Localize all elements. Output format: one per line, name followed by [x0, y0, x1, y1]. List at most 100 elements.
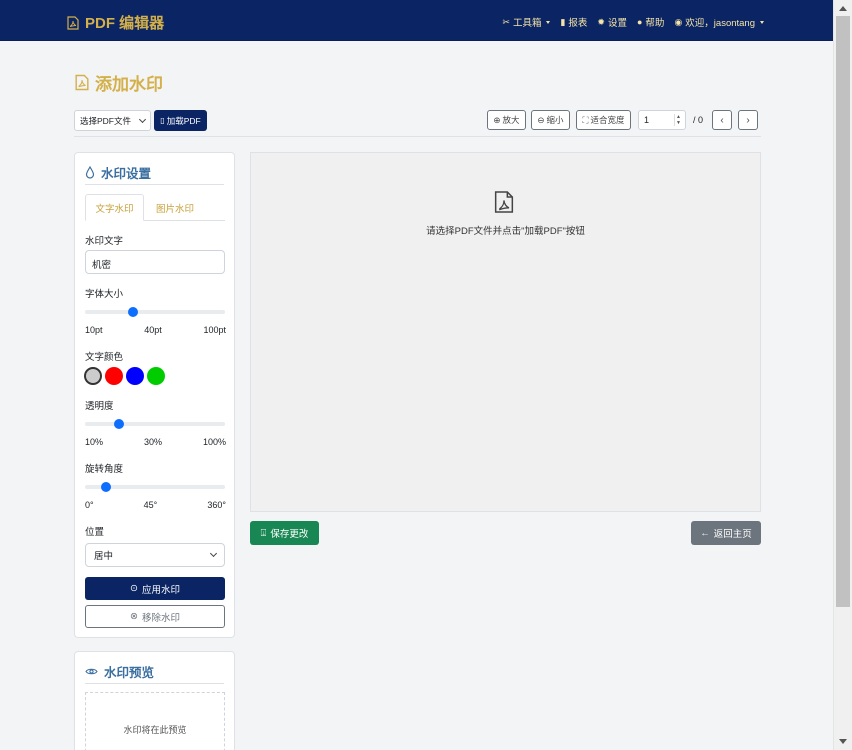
pdf-file-icon: [67, 15, 79, 30]
zoom-out-icon: ⊖: [537, 114, 545, 125]
scale-min: 0°: [85, 500, 94, 510]
tools-icon: ✂: [502, 16, 510, 27]
color-swatch-red[interactable]: [105, 367, 123, 385]
chevron-down-icon: [138, 115, 147, 123]
chevron-left-icon: ‹: [720, 114, 724, 126]
preview-area: 水印将在此预览: [85, 692, 225, 750]
viewer-message: 请选择PDF文件并点击"加载PDF"按钮: [426, 226, 585, 237]
fit-width-icon: ⛶: [582, 114, 589, 125]
watermark-tabs: 文字水印 图片水印: [85, 194, 225, 221]
nav-settings-label: 设置: [607, 18, 627, 29]
settings-title: 水印设置: [85, 163, 151, 182]
back-home-button[interactable]: ← 返回主页: [691, 521, 761, 545]
color-swatch-blue[interactable]: [126, 367, 144, 385]
watermark-text-value: 机密: [92, 260, 112, 271]
pdf-file-icon: [75, 74, 89, 91]
watermark-preview-card: 水印预览 水印将在此预览: [74, 651, 235, 750]
preview-title: 水印预览: [85, 662, 154, 681]
slider-thumb[interactable]: [113, 419, 124, 429]
page-number-input[interactable]: 1 ▲ ▼: [638, 110, 686, 130]
opacity-scale: 10% 30% 100%: [85, 437, 226, 447]
nav-tools-label: 工具箱: [512, 18, 542, 29]
user-icon: ◉: [674, 16, 683, 27]
remove-watermark-label: 移除水印: [141, 612, 180, 624]
scroll-up-icon[interactable]: [839, 6, 847, 11]
preview-placeholder: 水印将在此预览: [123, 725, 187, 735]
page-title: 添加水印: [75, 70, 163, 95]
navbar: PDF 编辑器 ✂ 工具箱 ▮ 报表 ✹ 设置 ● 帮助 ◉ 欢迎，jasontang: [0, 0, 852, 41]
save-changes-button[interactable]: ⍗ 保存更改: [250, 521, 319, 545]
caret-down-icon: [760, 20, 764, 24]
color-swatches: [84, 367, 165, 385]
chevron-down-icon: [209, 549, 218, 558]
scale-min: 10pt: [85, 325, 103, 335]
apply-watermark-label: 应用水印: [141, 584, 180, 596]
page-stepper[interactable]: ▲ ▼: [674, 114, 682, 126]
pdf-toolbar: 选择PDF文件 ▯ 加载PDF ⊕ 放大 ⊖ 缩小 ⛶ 适合宽度 1 ▲ ▼ / 0 ‹…: [74, 105, 761, 137]
gear-icon: ✹: [597, 16, 605, 27]
color-swatch-green[interactable]: [147, 367, 165, 385]
settings-title-text: 水印设置: [101, 167, 152, 181]
rotation-slider[interactable]: [85, 482, 225, 492]
page-title-text: 添加水印: [95, 75, 163, 94]
chart-icon: ▮: [560, 16, 566, 27]
font-size-scale: 10pt 40pt 100pt: [85, 325, 226, 335]
nav-help[interactable]: ● 帮助: [637, 15, 664, 29]
opacity-label: 透明度: [85, 401, 114, 412]
scroll-thumb[interactable]: [836, 16, 850, 607]
zoom-out-button[interactable]: ⊖ 缩小: [531, 110, 570, 130]
page-total: / 0: [693, 115, 704, 125]
slider-thumb[interactable]: [101, 482, 112, 492]
help-icon: ●: [636, 17, 643, 27]
scale-max: 100%: [202, 437, 226, 447]
chevron-right-icon: ›: [746, 114, 750, 126]
select-file-dropdown[interactable]: 选择PDF文件: [74, 110, 151, 131]
scale-mid: 40pt: [144, 325, 162, 335]
slider-thumb[interactable]: [128, 307, 139, 317]
arrow-left-icon: ←: [700, 527, 710, 539]
next-page-button[interactable]: ›: [738, 110, 758, 130]
opacity-slider[interactable]: [85, 419, 225, 429]
scale-max: 360°: [207, 500, 226, 510]
zoom-in-label: 放大: [502, 115, 520, 125]
font-size-slider[interactable]: [85, 307, 225, 317]
tab-image-watermark[interactable]: 图片水印: [145, 194, 205, 221]
back-home-label: 返回主页: [713, 529, 752, 540]
pdf-viewer[interactable]: 请选择PDF文件并点击"加载PDF"按钮: [250, 152, 761, 512]
watermark-text-input[interactable]: 机密: [85, 250, 225, 274]
nav-reports[interactable]: ▮ 报表: [560, 15, 588, 30]
scale-mid: 30%: [143, 437, 162, 447]
nav-reports-label: 报表: [568, 18, 588, 29]
color-swatch-gray[interactable]: [84, 367, 102, 385]
position-select[interactable]: 居中: [85, 543, 225, 567]
droplet-icon: [85, 166, 95, 179]
save-changes-label: 保存更改: [270, 529, 309, 540]
nav-user[interactable]: ◉ 欢迎，jasontang: [674, 15, 764, 29]
prev-page-button[interactable]: ‹: [712, 110, 732, 130]
nav-tools[interactable]: ✂ 工具箱: [502, 15, 551, 29]
rotation-label: 旋转角度: [85, 464, 124, 475]
zoom-in-icon: ⊕: [493, 114, 501, 125]
position-label: 位置: [85, 527, 105, 538]
remove-watermark-button[interactable]: ⊗ 移除水印: [85, 605, 225, 628]
page-scrollbar[interactable]: [833, 0, 852, 750]
watermark-text-label: 水印文字: [85, 236, 124, 247]
watermark-settings-card: 水印设置 文字水印 图片水印 水印文字 机密 字体大小 10pt 40pt 10…: [74, 152, 235, 638]
scale-mid: 45°: [143, 500, 158, 510]
x-circle-icon: ⊗: [130, 611, 138, 622]
nav-help-label: 帮助: [645, 18, 665, 29]
scroll-down-icon[interactable]: [839, 739, 847, 744]
divider: [85, 683, 224, 684]
nav-settings[interactable]: ✹ 设置: [597, 15, 627, 30]
apply-watermark-button[interactable]: ⊙ 应用水印: [85, 577, 225, 600]
load-pdf-button[interactable]: ▯ 加载PDF: [154, 110, 207, 131]
scale-min: 10%: [85, 437, 104, 447]
brand[interactable]: PDF 编辑器: [67, 12, 164, 33]
fit-width-button[interactable]: ⛶ 适合宽度: [576, 110, 631, 130]
divider: [85, 184, 224, 185]
preview-title-text: 水印预览: [104, 666, 155, 680]
zoom-in-button[interactable]: ⊕ 放大: [487, 110, 526, 130]
select-file-label: 选择PDF文件: [80, 115, 132, 126]
eye-icon: [85, 668, 98, 675]
tab-text-watermark[interactable]: 文字水印: [85, 194, 144, 221]
